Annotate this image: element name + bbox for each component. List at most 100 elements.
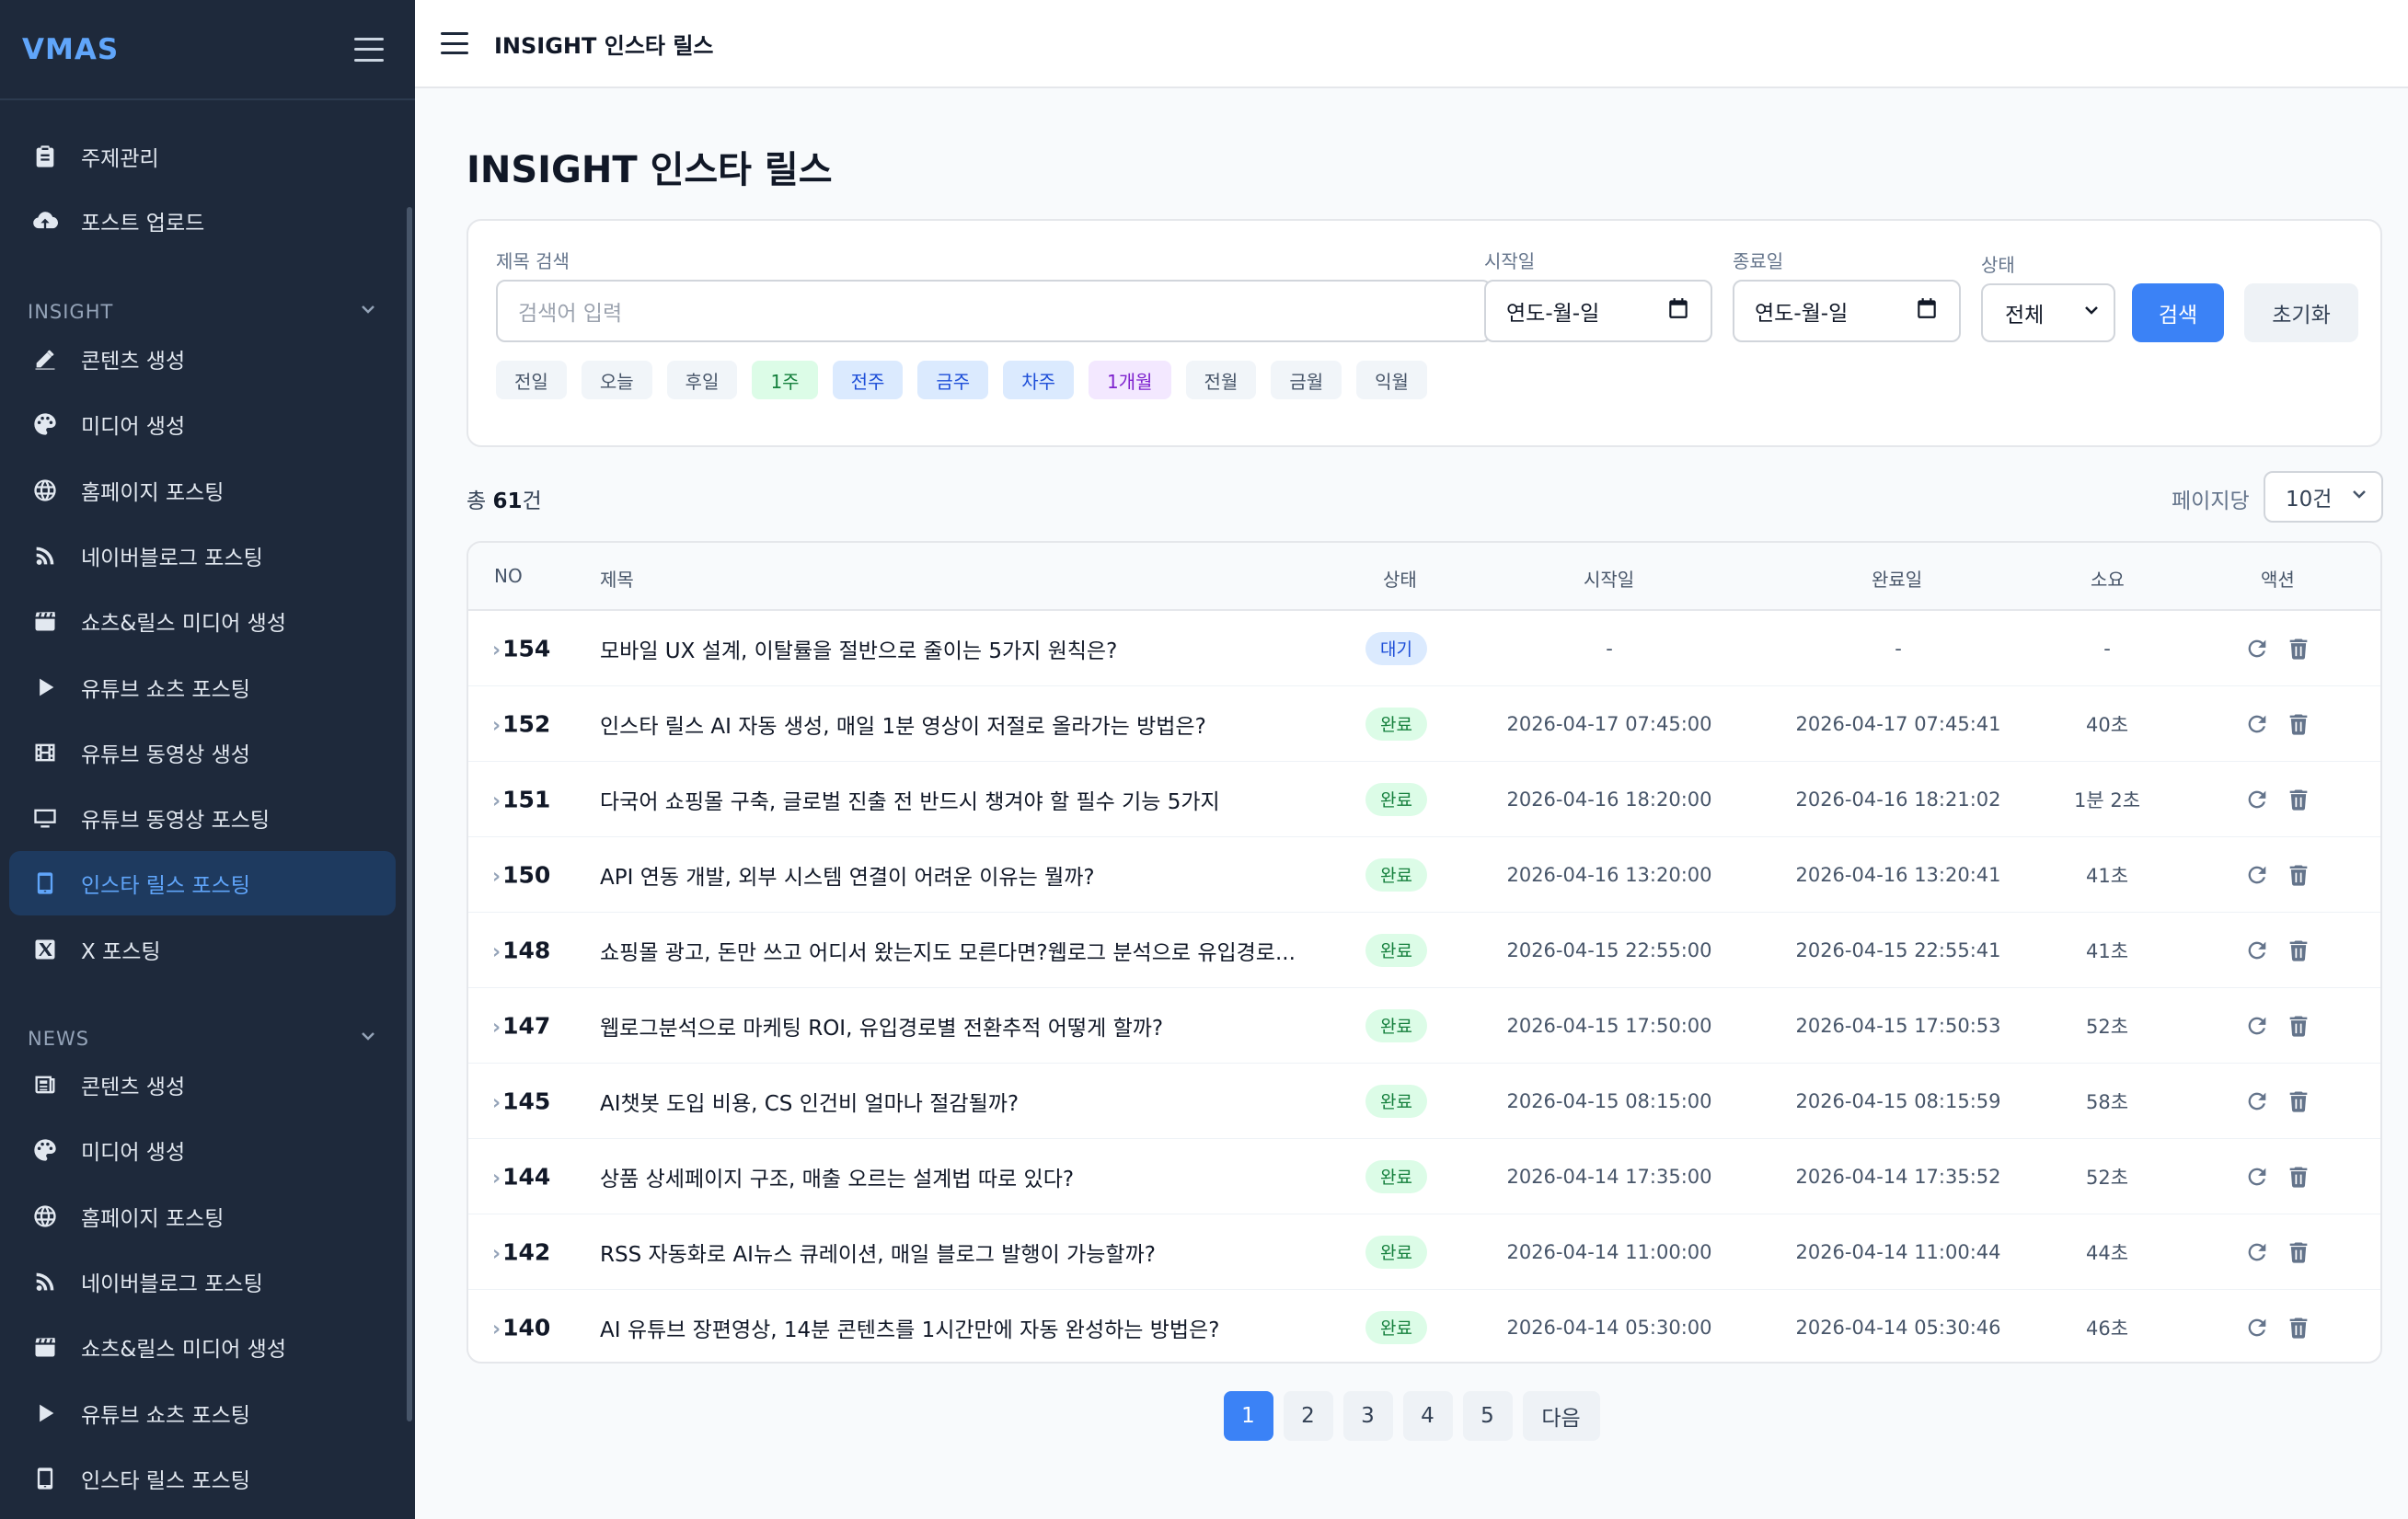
sidebar-section-news[interactable]: NEWS [28,1027,377,1050]
retry-icon[interactable] [2244,1088,2270,1114]
row-title[interactable]: 쇼핑몰 광고, 돈만 쓰고 어디서 왔는지도 모른다면?웹로그 분석으로 유입경… [600,935,1296,966]
table-row[interactable]: ›154 모바일 UX 설계, 이탈률을 절반으로 줄이는 5가지 원칙은? 대기 -… [468,611,2380,686]
page-button[interactable]: 1 [1223,1391,1273,1441]
trash-icon[interactable] [2286,1088,2311,1114]
sidebar-item[interactable]: 미디어 생성 [9,1118,396,1182]
chevron-right-icon[interactable]: › [492,1318,501,1341]
sidebar-item[interactable]: 유튜브 동영상 생성 [9,720,396,785]
chevron-right-icon[interactable]: › [492,1016,501,1039]
sidebar-item[interactable]: 콘텐츠 생성 [9,1053,396,1117]
sidebar-item[interactable]: 미디어 생성 [9,392,396,456]
sidebar-item[interactable]: 콘텐츠 생성 [9,327,396,391]
reset-button[interactable]: 초기화 [2244,283,2358,342]
sidebar-item[interactable]: 네이버블로그 포스팅 [9,1249,396,1314]
date-chip[interactable]: 금주 [917,361,989,399]
calendar-icon[interactable] [1915,296,1939,326]
retry-icon[interactable] [2244,862,2270,888]
sidebar-item[interactable]: 네이버블로그 포스팅 [9,524,396,588]
trash-icon[interactable] [2286,1164,2311,1190]
page-button[interactable]: 4 [1402,1391,1453,1441]
sidebar-item[interactable]: 인스타 릴스 포스팅 [9,851,396,916]
next-page-button[interactable]: 다음 [1522,1391,1600,1441]
trash-icon[interactable] [2286,1013,2311,1039]
start-date-input[interactable]: 연도-월-일 [1484,280,1712,342]
sidebar-item[interactable]: 주제관리 [9,124,396,189]
sidebar-item[interactable]: 홈페이지 포스팅 [9,1184,396,1249]
sidebar-item[interactable]: 유튜브 동영상 포스팅 [9,786,396,850]
chevron-right-icon[interactable]: › [492,1167,501,1190]
table-row[interactable]: ›144 상품 상세페이지 구조, 매출 오르는 설계법 따로 있다? 완료 2026… [468,1139,2380,1214]
row-title[interactable]: 다국어 쇼핑몰 구축, 글로벌 진출 전 반드시 챙겨야 할 필수 기능 5가지 [600,784,1220,815]
retry-icon[interactable] [2244,938,2270,963]
date-chip[interactable]: 후일 [666,361,738,399]
end-date-input[interactable]: 연도-월-일 [1733,280,1961,342]
date-chip[interactable]: 1개월 [1089,361,1171,399]
menu-toggle-icon[interactable] [441,32,468,54]
sidebar-item[interactable]: X 포스팅 [9,917,396,982]
date-chip[interactable]: 전일 [496,361,567,399]
row-title[interactable]: 웹로그분석으로 마케팅 ROI, 유입경로별 전환추적 어떻게 할까? [600,1010,1163,1041]
row-title[interactable]: AI챗봇 도입 비용, CS 인건비 얼마나 절감될까? [600,1086,1019,1117]
trash-icon[interactable] [2286,862,2311,888]
trash-icon[interactable] [2286,711,2311,737]
trash-icon[interactable] [2286,1239,2311,1265]
sidebar-section-insight[interactable]: INSIGHT [28,300,377,323]
sidebar-scrollbar[interactable] [407,207,412,1421]
chevron-right-icon[interactable]: › [492,1091,501,1114]
calendar-icon[interactable] [1666,296,1690,326]
chevron-right-icon[interactable]: › [492,865,501,888]
table-row[interactable]: ›148 쇼핑몰 광고, 돈만 쓰고 어디서 왔는지도 모른다면?웹로그 분석으로… [468,913,2380,988]
table-row[interactable]: ›140 AI 유튜브 장편영상, 14분 콘텐츠를 1시간만에 자동 완성하는 … [468,1290,2380,1362]
chevron-right-icon[interactable]: › [492,714,501,737]
date-chip[interactable]: 전주 [832,361,904,399]
date-chip[interactable]: 오늘 [581,361,652,399]
page-button[interactable]: 2 [1283,1391,1333,1441]
retry-icon[interactable] [2244,711,2270,737]
trash-icon[interactable] [2286,787,2311,812]
row-title[interactable]: RSS 자동화로 AI뉴스 큐레이션, 매일 블로그 발행이 가능할까? [600,1237,1156,1268]
trash-icon[interactable] [2286,938,2311,963]
search-button[interactable]: 검색 [2132,283,2224,342]
page-button[interactable]: 5 [1462,1391,1513,1441]
sidebar-item[interactable]: 쇼츠&릴스 미디어 생성 [9,1315,396,1379]
title-search-input[interactable]: 검색어 입력 [496,280,1492,342]
chevron-right-icon[interactable]: › [492,1242,501,1265]
retry-icon[interactable] [2244,636,2270,662]
date-chip[interactable]: 익월 [1356,361,1427,399]
date-chip[interactable]: 금월 [1271,361,1342,399]
row-title[interactable]: 상품 상세페이지 구조, 매출 오르는 설계법 따로 있다? [600,1161,1074,1192]
status-select[interactable]: 전체 [1981,283,2115,342]
chevron-right-icon[interactable]: › [492,789,501,812]
trash-icon[interactable] [2286,636,2311,662]
retry-icon[interactable] [2244,1239,2270,1265]
date-chip[interactable]: 차주 [1003,361,1074,399]
retry-icon[interactable] [2244,787,2270,812]
sidebar-item[interactable]: 포스트 업로드 [9,189,396,253]
sidebar-item[interactable]: 인스타 릴스 포스팅 [9,1446,396,1511]
row-title[interactable]: AI 유튜브 장편영상, 14분 콘텐츠를 1시간만에 자동 완성하는 방법은? [600,1312,1219,1343]
sidebar-item[interactable]: 유튜브 쇼츠 포스팅 [9,655,396,719]
retry-icon[interactable] [2244,1164,2270,1190]
row-title[interactable]: 인스타 릴스 AI 자동 생성, 매일 1분 영상이 저절로 올라가는 방법은? [600,708,1206,740]
page-button[interactable]: 3 [1342,1391,1393,1441]
sidebar-menu-toggle-icon[interactable] [354,37,384,62]
table-row[interactable]: ›151 다국어 쇼핑몰 구축, 글로벌 진출 전 반드시 챙겨야 할 필수 기능… [468,762,2380,837]
chevron-right-icon[interactable]: › [492,639,501,662]
row-title[interactable]: 모바일 UX 설계, 이탈률을 절반으로 줄이는 5가지 원칙은? [600,633,1117,664]
date-chip[interactable]: 1주 [752,361,818,399]
row-title[interactable]: API 연동 개발, 외부 시스템 연결이 어려운 이유는 뭘까? [600,859,1095,891]
sidebar-item[interactable]: 홈페이지 포스팅 [9,458,396,523]
table-row[interactable]: ›147 웹로그분석으로 마케팅 ROI, 유입경로별 전환추적 어떻게 할까? 완… [468,988,2380,1064]
retry-icon[interactable] [2244,1315,2270,1341]
brand-logo[interactable]: VMAS [22,33,119,66]
sidebar-item[interactable]: 쇼츠&릴스 미디어 생성 [9,589,396,653]
table-row[interactable]: ›152 인스타 릴스 AI 자동 생성, 매일 1분 영상이 저절로 올라가는 … [468,686,2380,762]
trash-icon[interactable] [2286,1315,2311,1341]
table-row[interactable]: ›150 API 연동 개발, 외부 시스템 연결이 어려운 이유는 뭘까? 완료 2… [468,837,2380,913]
table-row[interactable]: ›145 AI챗봇 도입 비용, CS 인건비 얼마나 절감될까? 완료 2026-0… [468,1064,2380,1139]
table-row[interactable]: ›142 RSS 자동화로 AI뉴스 큐레이션, 매일 블로그 발행이 가능할까?… [468,1214,2380,1290]
chevron-right-icon[interactable]: › [492,940,501,963]
retry-icon[interactable] [2244,1013,2270,1039]
per-page-select[interactable]: 10건 [2264,471,2383,523]
date-chip[interactable]: 전월 [1185,361,1257,399]
